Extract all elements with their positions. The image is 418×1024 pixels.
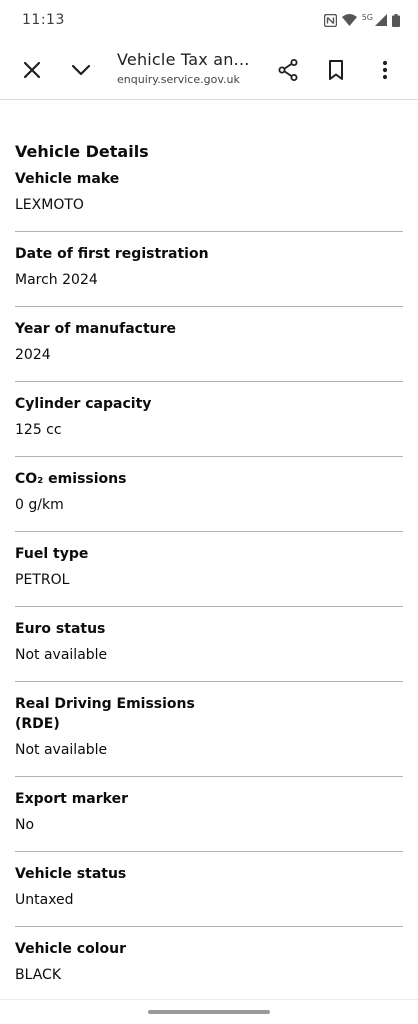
detail-label: Cylinder capacity [15,396,152,412]
nfc-icon [323,13,337,27]
detail-label: Real Driving Emissions (RDE) [15,696,195,732]
detail-value: Not available [15,647,108,663]
detail-label: Vehicle status [15,866,127,882]
page-title: Vehicle Tax and ... [117,50,257,69]
signal-icon [375,14,387,26]
detail-label: Vehicle colour [15,941,127,957]
detail-value: March 2024 [15,272,98,288]
detail-value: 125 cc [15,422,62,438]
more-vert-icon [382,60,388,80]
detail-value: PETROL [15,572,70,588]
detail-row-vehicle-colour: Vehicle colour BLACK [15,927,403,1000]
page-url: enquiry.service.gov.uk [117,73,240,86]
detail-row-vehicle-status: Vehicle status Untaxed [15,852,403,927]
status-clock: 11:13 [22,12,65,28]
close-button[interactable] [12,50,52,90]
detail-label: Vehicle make [15,171,120,187]
detail-value: 2024 [15,347,51,363]
detail-value: Not available [15,742,108,758]
home-indicator[interactable] [148,1010,270,1014]
detail-row-real-driving-emissions: Real Driving Emissions (RDE) Not availab… [15,682,403,777]
detail-value: No [15,817,35,833]
share-button[interactable] [268,50,308,90]
page-title-block[interactable]: Vehicle Tax and ... enquiry.service.gov.… [117,50,257,86]
close-icon [23,61,41,79]
detail-row-cylinder-capacity: Cylinder capacity 125 cc [15,382,403,457]
bookmark-button[interactable] [316,50,356,90]
detail-row-vehicle-make: Vehicle make LEXMOTO [15,169,403,232]
page-content: Vehicle Details Vehicle make LEXMOTO Dat… [0,100,418,1000]
chevron-down-icon [71,64,91,76]
detail-value: Untaxed [15,892,74,908]
detail-value: LEXMOTO [15,197,84,213]
detail-label: CO₂ emissions [15,471,127,487]
detail-row-euro-status: Euro status Not available [15,607,403,682]
vehicle-details-heading: Vehicle Details [15,142,149,161]
battery-icon [392,13,400,27]
detail-row-fuel-type: Fuel type PETROL [15,532,403,607]
detail-value: BLACK [15,967,62,983]
collapse-button[interactable] [61,50,101,90]
detail-label: Date of first registration [15,246,209,262]
detail-label: Euro status [15,621,106,637]
bookmark-icon [329,60,343,80]
detail-row-co2-emissions: CO₂ emissions 0 g/km [15,457,403,532]
detail-row-export-marker: Export marker No [15,777,403,852]
detail-row-first-registration: Date of first registration March 2024 [15,232,403,307]
status-icons: 5G [323,12,400,27]
detail-label: Export marker [15,791,128,807]
status-bar: 11:13 5G [0,0,418,40]
detail-value: 0 g/km [15,497,64,513]
detail-label: Year of manufacture [15,321,177,337]
detail-row-year-of-manufacture: Year of manufacture 2024 [15,307,403,382]
network-type-label: 5G [361,12,373,22]
detail-label: Fuel type [15,546,89,562]
gesture-nav-bar [0,999,418,1024]
more-options-button[interactable] [365,50,405,90]
wifi-icon [341,14,357,26]
share-icon [278,59,298,81]
browser-toolbar: Vehicle Tax and ... enquiry.service.gov.… [0,40,418,100]
